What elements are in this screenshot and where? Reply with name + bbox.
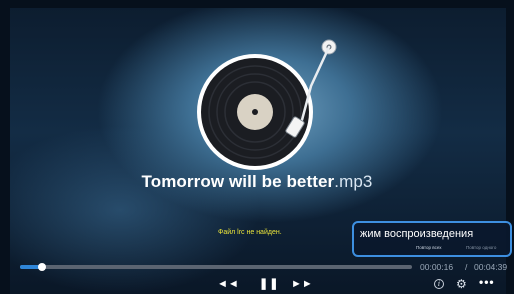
playback-mode-panel[interactable]: жим воспроизведения Повтор всех Повтор о… [352, 221, 512, 257]
lyrics-status-text: Файл lrc не найден. [218, 229, 282, 236]
repeat-one-option[interactable]: Повтор одного [466, 245, 496, 250]
info-icon[interactable]: i [434, 279, 444, 289]
playback-mode-title: жим воспроизведения [360, 228, 474, 240]
music-player-screen: Tomorrow will be better.mp3 Файл lrc не … [0, 0, 514, 294]
repeat-all-option[interactable]: Повтор всех [416, 245, 442, 250]
track-title-name: Tomorrow will be better [141, 172, 335, 191]
progress-bar[interactable] [20, 263, 412, 271]
rewind-icon[interactable]: ◄◄ [217, 277, 239, 291]
track-title-extension: .mp3 [334, 172, 373, 191]
current-time: 00:00:16 [420, 262, 454, 272]
pause-icon[interactable]: ❚❚ [259, 277, 279, 291]
total-time: 00:04:39 [474, 262, 508, 272]
time-separator: / [465, 262, 468, 272]
settings-icon[interactable]: ⚙ [456, 277, 467, 291]
more-options-icon[interactable]: ••• [479, 276, 495, 288]
fast-forward-icon[interactable]: ►► [291, 277, 313, 291]
track-title: Tomorrow will be better.mp3 [0, 172, 514, 192]
